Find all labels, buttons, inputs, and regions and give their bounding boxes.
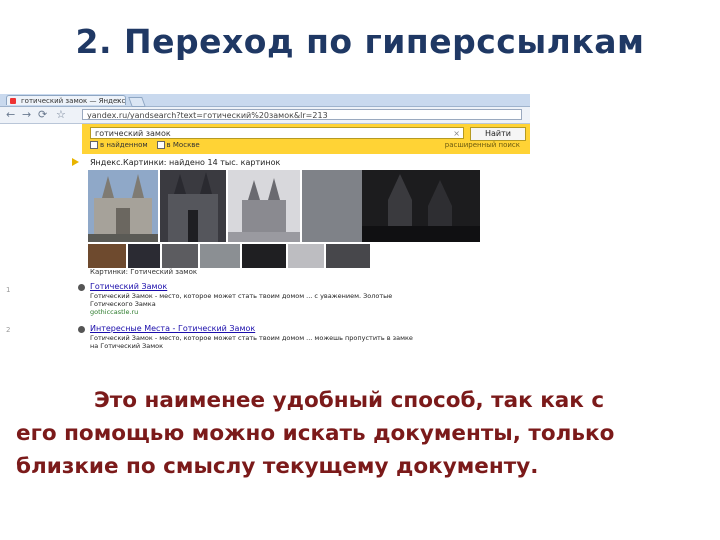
find-button[interactable]: Найти <box>470 127 526 141</box>
result-number: 1 <box>6 286 11 294</box>
browser-tab[interactable]: готический замок — Яндекс × <box>6 95 126 105</box>
result-number: 2 <box>6 326 11 334</box>
images-caption[interactable]: Картинки: Готический замок <box>90 268 197 276</box>
thumbnail-cathedral-1[interactable] <box>88 170 158 242</box>
yandex-search-header: готический замок × Найти в найденном в М… <box>82 124 530 154</box>
result-snippet: Готический Замок - место, которое может … <box>90 334 413 350</box>
browser-screenshot: готический замок — Яндекс × ← → ⟳ ☆ yand… <box>0 94 530 354</box>
body-line: его помощью можно искать документы, толь… <box>16 421 615 446</box>
body-line: Это наименее удобный способ, так как с <box>94 388 605 413</box>
pointer-arrow-icon <box>72 158 79 166</box>
checkbox-icon[interactable] <box>90 141 98 149</box>
result-title-link[interactable]: Интересные Места - Готический Замок <box>90 324 255 333</box>
tab-bar: готический замок — Яндекс × <box>0 94 530 107</box>
site-favicon-icon <box>78 326 85 333</box>
option-region[interactable]: в Москве <box>167 141 200 149</box>
address-bar[interactable]: yandex.ru/yandsearch?text=готический%20з… <box>82 109 522 120</box>
tab-title: готический замок — Яндекс <box>21 97 126 105</box>
close-icon[interactable]: × <box>116 96 122 105</box>
thumbnail-castle-light[interactable] <box>228 170 300 242</box>
image-thumbnails <box>88 170 480 268</box>
clear-icon[interactable]: × <box>453 128 460 140</box>
yandex-favicon-icon <box>10 98 16 104</box>
reload-icon[interactable]: ⟳ <box>38 108 47 122</box>
new-tab-button[interactable] <box>128 97 146 107</box>
thumbnail-row-small[interactable] <box>88 244 370 268</box>
option-found[interactable]: в найденном <box>100 141 148 149</box>
thumbnail-castle-dark[interactable] <box>160 170 226 242</box>
search-query: готический замок <box>95 129 171 138</box>
result-snippet: Готический Замок - место, которое может … <box>90 292 393 308</box>
result-title-link[interactable]: Готический Замок <box>90 282 167 291</box>
search-options: в найденном в Москве <box>90 141 200 149</box>
back-icon[interactable]: ← <box>6 108 15 122</box>
slide-title: 2. Переход по гиперссылкам <box>75 22 645 61</box>
navigation-bar: ← → ⟳ ☆ yandex.ru/yandsearch?text=готиче… <box>0 107 530 124</box>
advanced-search-link[interactable]: расширенный поиск <box>445 141 520 149</box>
search-input[interactable]: готический замок × <box>90 127 464 139</box>
site-favicon-icon <box>78 284 85 291</box>
body-line: близкие по смыслу текущему документу. <box>16 454 539 479</box>
thumbnail-cathedral-night[interactable] <box>302 170 480 242</box>
forward-icon[interactable]: → <box>22 108 31 122</box>
images-heading[interactable]: Яндекс.Картинки: найдено 14 тыс. картино… <box>90 158 280 167</box>
result-url[interactable]: gothiccastle.ru <box>90 308 138 316</box>
star-icon[interactable]: ☆ <box>56 108 66 122</box>
slide-body-text: Это наименее удобный способ, так как с е… <box>16 384 716 483</box>
checkbox-icon[interactable] <box>156 141 165 149</box>
